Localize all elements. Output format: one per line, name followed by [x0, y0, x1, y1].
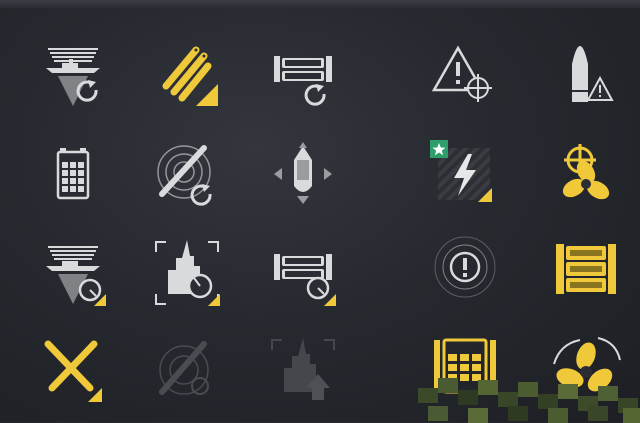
tank-gold-icon[interactable] — [550, 236, 624, 310]
radar-torpedo-dim-icon[interactable] — [150, 334, 224, 408]
torpedo-reload-gold-icon[interactable] — [150, 38, 224, 112]
lightning-star-icon[interactable] — [428, 138, 502, 212]
icon-grid — [0, 0, 640, 422]
shell-warning-icon[interactable] — [550, 38, 624, 112]
ship-maneuver-icon[interactable] — [266, 138, 340, 212]
battery-timer-icon[interactable] — [266, 236, 340, 310]
warning-target-icon[interactable] — [428, 38, 502, 112]
crossed-torpedoes-gold-icon[interactable] — [36, 334, 110, 408]
battery-torpedo-reload-icon[interactable] — [266, 38, 340, 112]
engine-propeller-gold-icon[interactable] — [550, 138, 624, 212]
castle-focus-timer-icon[interactable] — [150, 236, 224, 310]
hydroacoustic-timer-icon[interactable] — [36, 236, 110, 310]
battery-icon[interactable] — [36, 138, 110, 212]
castle-upgrade-dim-icon[interactable] — [266, 334, 340, 408]
alert-radar-icon[interactable] — [428, 230, 502, 304]
background-terrain-patch — [418, 378, 640, 423]
radar-torpedo-reload-icon[interactable] — [150, 138, 224, 212]
hydroacoustic-search-reload-icon[interactable] — [36, 38, 110, 112]
